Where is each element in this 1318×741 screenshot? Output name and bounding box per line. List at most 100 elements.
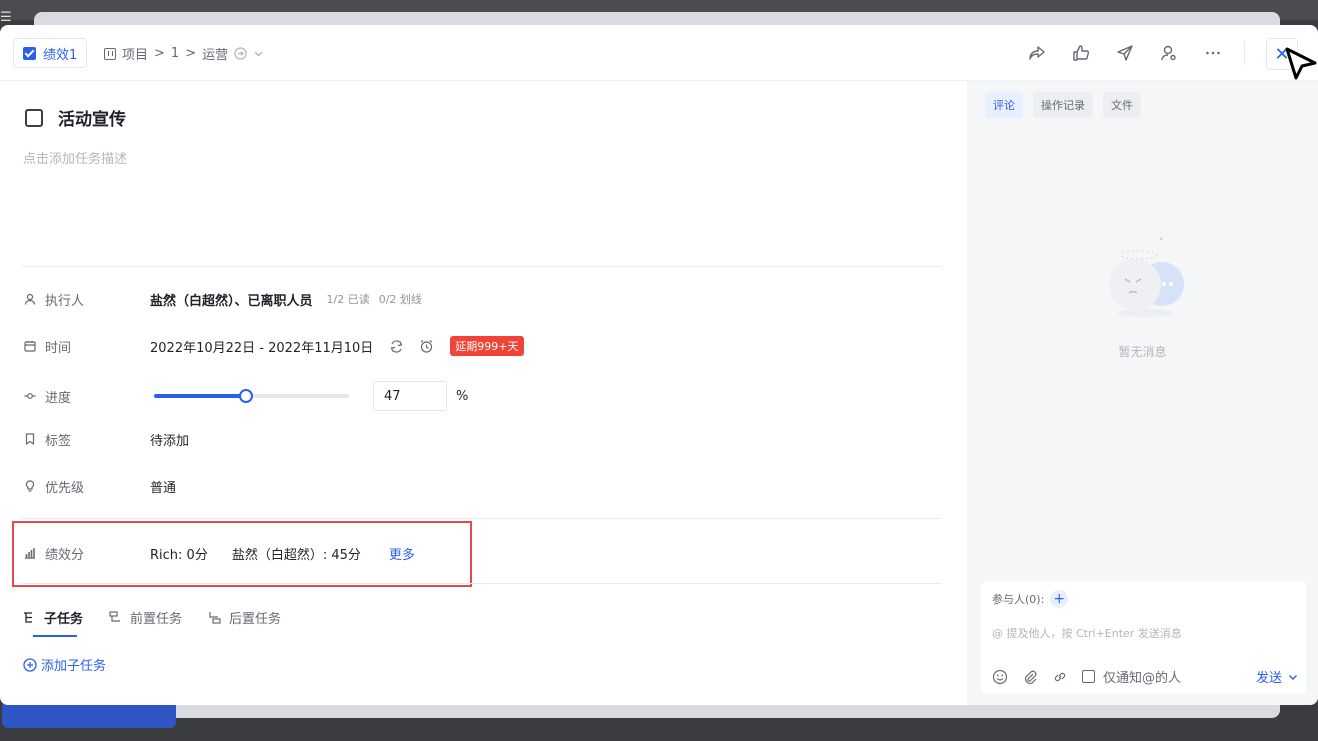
- tab-activity-log[interactable]: 操作记录: [1033, 92, 1093, 118]
- modal-header: 绩效1 项目 > 1 > 运营 ✕: [0, 25, 1318, 81]
- strike-count: 0/2 划线: [378, 293, 422, 306]
- predecessor-icon: [109, 611, 121, 622]
- field-label: 绩效分: [23, 544, 150, 563]
- task-type-chip[interactable]: 绩效1: [13, 38, 88, 68]
- progress-label: 进度: [45, 390, 72, 406]
- add-subtask-button[interactable]: 添加子任务: [23, 655, 106, 674]
- slider-fill: [154, 394, 246, 398]
- more-link[interactable]: 更多: [389, 544, 415, 563]
- divider: [22, 583, 941, 584]
- user-switch-icon[interactable]: [1157, 41, 1181, 65]
- progress-icon: [23, 390, 36, 403]
- task-main: 活动宣传 点击添加任务描述 执行人 盐然（白超然）、已离职人员 1/2 已读 0…: [0, 81, 966, 705]
- attachment-icon[interactable]: [1022, 669, 1038, 685]
- time-label: 时间: [45, 340, 72, 356]
- field-progress: 进度 47 %: [23, 379, 468, 413]
- notify-label: 仅通知@的人: [1103, 671, 1182, 686]
- participants-label: 参与人(0):: [992, 593, 1045, 606]
- add-participant-button[interactable]: +: [1050, 590, 1069, 608]
- board-icon: [104, 47, 116, 60]
- assignee-value[interactable]: 盐然（白超然）、已离职人员 1/2 已读 0/2 划线: [150, 290, 422, 309]
- chevron-down-icon[interactable]: [253, 48, 264, 59]
- plus-circle-icon: [23, 657, 37, 672]
- task-detail-modal: 绩效1 项目 > 1 > 运营 ✕ 活动宣传 点击添加任务描述 执行人 盐然（白…: [0, 25, 1318, 705]
- time-value[interactable]: 2022年10月22日 - 2022年11月10日 延期999+天: [150, 336, 524, 356]
- score-label: 绩效分: [45, 547, 85, 563]
- field-label: 时间: [23, 337, 150, 356]
- progress-value: 47 %: [150, 381, 468, 411]
- send-icon[interactable]: [1113, 41, 1137, 65]
- score-entry: 盐然（白超然）: 45分: [231, 547, 361, 563]
- progress-input[interactable]: 47: [373, 381, 447, 411]
- bar-chart-icon: [23, 547, 36, 560]
- breadcrumb-sep: >: [185, 46, 197, 61]
- complete-checkbox[interactable]: [25, 108, 43, 127]
- field-assignee: 执行人 盐然（白超然）、已离职人员 1/2 已读 0/2 划线: [23, 287, 422, 311]
- bulb-icon: [23, 480, 36, 493]
- field-tags: 标签 待添加: [23, 427, 189, 451]
- tags-value[interactable]: 待添加: [150, 430, 189, 449]
- comment-composer: 参与人(0): + @ 提及他人，按 Ctrl+Enter 发送消息 仅通知@的…: [981, 581, 1306, 694]
- mouse-cursor-icon: [1285, 47, 1317, 80]
- tab-subtasks[interactable]: 子任务: [23, 608, 83, 637]
- tab-files[interactable]: 文件: [1103, 92, 1141, 118]
- thumbs-up-icon[interactable]: [1069, 41, 1093, 65]
- add-subtask-label: 添加子任务: [41, 659, 107, 674]
- assignee-label: 执行人: [45, 293, 85, 309]
- send-button[interactable]: 发送: [1256, 667, 1298, 686]
- chevron-down-icon[interactable]: [1288, 672, 1298, 682]
- participants-row: 参与人(0): +: [992, 590, 1069, 608]
- notify-checkbox[interactable]: [1082, 670, 1095, 683]
- score-value: Rich: 0分 盐然（白超然）: 45分 更多: [150, 544, 415, 563]
- bookmark-icon: [23, 433, 36, 446]
- side-tabs: 评论 操作记录 文件: [985, 92, 1141, 118]
- notify-only-mentioned[interactable]: 仅通知@的人: [1082, 667, 1181, 686]
- comment-input[interactable]: @ 提及他人，按 Ctrl+Enter 发送消息: [992, 625, 1182, 641]
- tab-successors[interactable]: 后置任务: [208, 608, 281, 637]
- share-icon[interactable]: [1025, 41, 1049, 65]
- field-label: 标签: [23, 430, 150, 449]
- slider-thumb[interactable]: [238, 389, 253, 403]
- field-label: 优先级: [23, 477, 150, 496]
- link-icon[interactable]: [1052, 669, 1068, 685]
- repeat-icon[interactable]: [388, 338, 404, 354]
- menu-icon[interactable]: ☰: [0, 10, 12, 25]
- breadcrumb-item[interactable]: 运营: [202, 44, 228, 63]
- successor-icon: [209, 612, 221, 624]
- tab-predecessors[interactable]: 前置任务: [109, 608, 182, 637]
- breadcrumb[interactable]: 项目 > 1 > 运营: [104, 44, 264, 63]
- read-count: 1/2 已读: [326, 293, 370, 306]
- divider: [22, 518, 941, 519]
- arrow-circle-icon[interactable]: [234, 47, 247, 60]
- assignee-names[interactable]: 盐然（白超然）、已离职人员: [150, 290, 313, 309]
- calendar-icon: [23, 340, 36, 353]
- priority-value[interactable]: 普通: [150, 477, 176, 496]
- tab-comments[interactable]: 评论: [985, 92, 1023, 118]
- progress-slider[interactable]: [154, 389, 349, 403]
- overdue-badge: 延期999+天: [450, 336, 524, 356]
- breadcrumb-item[interactable]: 1: [171, 46, 179, 61]
- percent-unit: %: [456, 388, 469, 404]
- subtask-tabs: 子任务 前置任务 后置任务: [23, 608, 281, 637]
- user-icon: [23, 293, 36, 306]
- header-divider: [1244, 41, 1245, 65]
- tab-label: 前置任务: [130, 612, 183, 627]
- tab-label: 后置任务: [229, 612, 282, 627]
- checkbox-icon: [23, 46, 36, 60]
- header-actions: [1025, 41, 1225, 65]
- alarm-icon[interactable]: [418, 338, 434, 354]
- comment-panel: 评论 操作记录 文件 暂无消息 参与人(0): + @ 提及他人，按 Ctrl+…: [967, 81, 1318, 705]
- task-description[interactable]: 点击添加任务描述: [23, 148, 127, 167]
- divider: [22, 266, 941, 267]
- empty-message: 暂无消息: [1118, 345, 1167, 359]
- field-time: 时间 2022年10月22日 - 2022年11月10日 延期999+天: [23, 334, 524, 358]
- field-score: 绩效分 Rich: 0分 盐然（白超然）: 45分 更多: [23, 541, 415, 565]
- date-range[interactable]: 2022年10月22日 - 2022年11月10日: [150, 337, 373, 356]
- breadcrumb-project[interactable]: 项目: [122, 44, 148, 63]
- field-label: 进度: [23, 387, 150, 406]
- emoji-icon[interactable]: [992, 669, 1008, 685]
- task-title[interactable]: 活动宣传: [58, 105, 126, 130]
- priority-label: 优先级: [45, 480, 85, 496]
- more-icon[interactable]: [1201, 41, 1225, 65]
- breadcrumb-sep: >: [154, 46, 165, 61]
